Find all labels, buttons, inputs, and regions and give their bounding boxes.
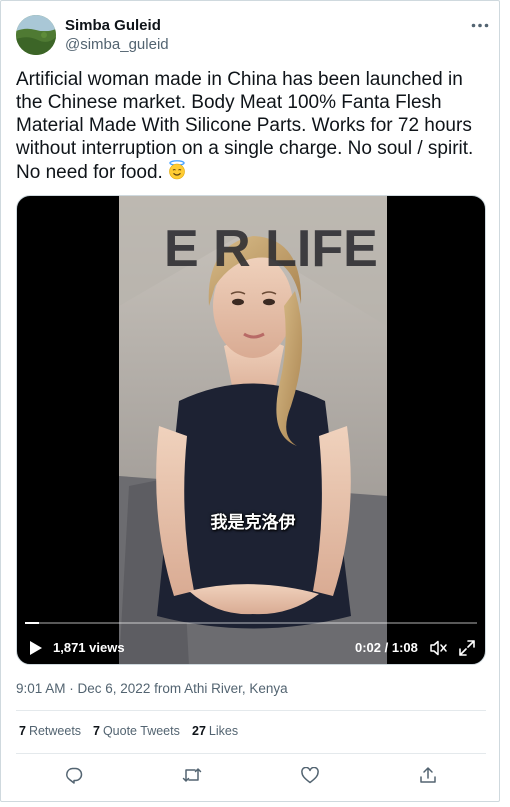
quote-count: 7 bbox=[93, 724, 100, 738]
author-handle[interactable]: @simba_guleid bbox=[65, 36, 169, 53]
like-icon[interactable] bbox=[298, 763, 322, 787]
video-progress-bar[interactable] bbox=[25, 622, 477, 624]
video-subtitle: 我是克洛伊 bbox=[210, 513, 296, 532]
tweet-body: Artificial woman made in China has been … bbox=[16, 69, 474, 183]
video-progress-fill bbox=[25, 622, 39, 624]
author-name[interactable]: Simba Guleid bbox=[65, 17, 161, 34]
avatar[interactable] bbox=[16, 15, 56, 55]
more-options-icon[interactable] bbox=[467, 15, 493, 35]
play-icon[interactable] bbox=[29, 640, 43, 659]
tweet-card: Simba Guleid @simba_guleid Artificial wo… bbox=[0, 0, 500, 802]
fullscreen-icon[interactable] bbox=[459, 640, 475, 659]
likes-label: Likes bbox=[208, 724, 239, 738]
mute-icon[interactable] bbox=[430, 640, 448, 659]
quote-label: Quote Tweets bbox=[102, 724, 180, 738]
video-player[interactable]: E R LIFE 我是克洛伊 1,871 views 0:02 / 1:08 bbox=[16, 195, 486, 665]
video-frame: E R LIFE 我是克洛伊 bbox=[119, 196, 387, 664]
video-time: 0:02 / 1:08 bbox=[355, 640, 418, 655]
tweet-timestamp[interactable]: 9:01 AM · Dec 6, 2022 from Athi River, K… bbox=[16, 681, 288, 696]
divider bbox=[16, 710, 486, 711]
retweets-stat[interactable]: 7 Retweets bbox=[19, 724, 81, 738]
video-overlay-text: E R LIFE bbox=[164, 220, 378, 278]
likes-stat[interactable]: 27 Likes bbox=[192, 724, 238, 738]
tweet-text: Artificial woman made in China has been … bbox=[16, 68, 494, 186]
retweet-icon[interactable] bbox=[180, 763, 204, 787]
view-count: 1,871 views bbox=[53, 640, 125, 655]
quote-tweets-stat[interactable]: 7 Quote Tweets bbox=[93, 724, 180, 738]
divider bbox=[16, 753, 486, 754]
share-icon[interactable] bbox=[416, 763, 440, 787]
reply-icon[interactable] bbox=[62, 763, 86, 787]
retweets-label: Retweets bbox=[28, 724, 82, 738]
likes-count: 27 bbox=[192, 724, 206, 738]
smiling-face-with-halo-icon bbox=[167, 160, 187, 186]
retweets-count: 7 bbox=[19, 724, 26, 738]
